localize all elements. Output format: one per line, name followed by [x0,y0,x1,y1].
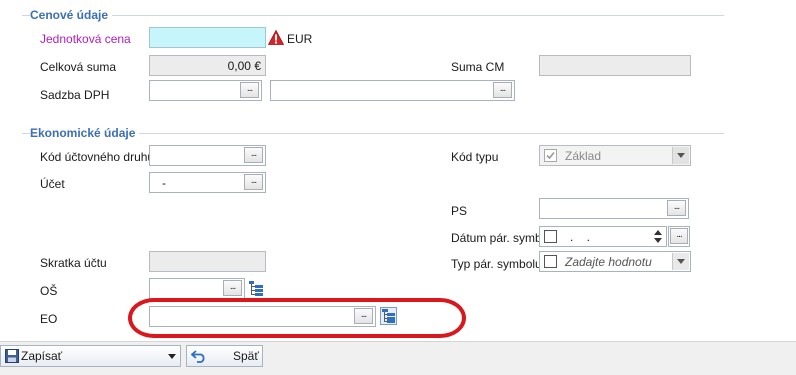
ps-lookup-button[interactable]: ... [667,200,686,216]
os-lookup-button[interactable]: ... [223,280,242,296]
spinner-up-icon[interactable] [654,230,662,235]
account-short-label: Skratka účtu [40,256,107,270]
type-code-value: Základ [565,149,602,163]
sum-cm-field [539,55,691,76]
vat-rate-label: Sadzba DPH [40,88,110,102]
section-title-economic: Ekonomické údaje [30,126,140,140]
spinner-down-icon[interactable] [654,238,662,243]
os-label: OŠ [40,284,58,298]
pair-type-combo[interactable]: Zadajte hodnotu [539,251,691,272]
pair-type-dropdown-arrow[interactable] [672,253,689,270]
pair-date-value: . . [570,230,591,244]
type-code-combo: Základ [539,145,691,166]
ps-label: PS [451,204,468,218]
account-type-code-label: Kód účtovného druhu [40,150,155,164]
warning-icon [268,30,284,45]
unit-price-label: Jednotková cena [40,32,131,46]
account-label: Účet [40,177,65,191]
back-button-label: Späť [233,349,259,363]
currency-label: EUR [287,32,313,46]
os-tree-icon[interactable] [249,280,264,297]
pair-date-label: Dátum pár. symb. [451,231,546,245]
save-button[interactable]: Zapísať [0,345,181,367]
type-code-dropdown-arrow [672,147,689,164]
pair-type-placeholder: Zadajte hodnotu [565,255,652,269]
section-divider-price [22,15,724,16]
undo-arrow-icon [191,350,205,363]
eo-label: EO [40,312,58,326]
ps-input[interactable]: ... [539,198,689,219]
pair-type-label: Typ pár. symbolu [451,257,542,271]
pair-date-spinner[interactable] [652,228,664,245]
total-sum-field: 0,00 € [149,55,266,76]
unit-price-input[interactable] [149,27,266,48]
pair-date-extra-box[interactable]: ... [668,226,690,247]
total-sum-value: 0,00 € [227,59,261,73]
highlight-annotation [128,298,466,338]
os-input[interactable]: ... [149,278,245,299]
back-button[interactable]: Späť [186,345,263,367]
pair-date-checkbox[interactable] [544,230,557,243]
account-short-field [149,251,266,272]
account-input[interactable]: - ... [149,172,266,193]
sum-cm-label: Suma CM [451,60,505,74]
account-value: - [162,176,166,190]
account-type-code-lookup-button[interactable]: ... [244,147,263,163]
vat-rate-lookup-button[interactable]: ... [240,82,259,98]
checkmark-icon [546,151,555,160]
pair-type-checkbox[interactable] [544,255,557,268]
account-lookup-button[interactable]: ... [244,174,263,190]
save-button-label: Zapísať [21,349,63,363]
save-dropdown-arrow[interactable] [165,347,179,365]
vat-rate-input[interactable]: ... [149,80,262,101]
account-type-code-input[interactable]: ... [149,145,266,166]
section-title-price: Cenové údaje [30,8,113,22]
type-code-label: Kód typu [451,150,499,164]
pair-date-input[interactable]: . . [539,226,667,247]
total-sum-label: Celková suma [40,60,117,74]
pair-date-lookup-button[interactable]: ... [670,228,688,244]
vat-description-input[interactable]: ... [270,80,515,101]
vat-description-lookup-button[interactable]: ... [493,82,512,98]
floppy-disk-icon [5,349,19,363]
type-code-checkbox [544,149,557,162]
